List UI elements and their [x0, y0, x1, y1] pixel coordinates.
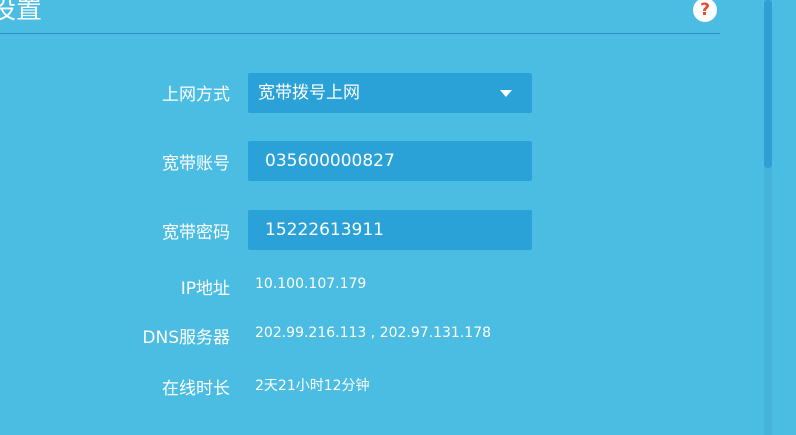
dns-label: DNS服务器: [142, 328, 230, 348]
ip-value: 10.100.107.179: [255, 276, 367, 292]
dns-value: 202.99.216.113 , 202.97.131.178: [255, 325, 492, 341]
page-title: 设置: [0, 0, 43, 25]
password-input[interactable]: [248, 210, 532, 250]
connection-type-select[interactable]: 宽带拨号上网: [248, 73, 532, 113]
account-field[interactable]: [248, 141, 532, 181]
uptime-label: 在线时长: [162, 379, 230, 399]
password-field[interactable]: [248, 210, 532, 250]
connection-type-label: 上网方式: [162, 85, 230, 105]
help-icon[interactable]: ?: [693, 0, 717, 22]
chevron-down-icon: [500, 90, 512, 97]
header-divider: [0, 33, 720, 34]
scrollbar-thumb[interactable]: [764, 0, 772, 168]
account-label: 宽带账号: [162, 154, 230, 174]
uptime-value: 2天21小时12分钟: [255, 378, 370, 394]
connection-type-value: 宽带拨号上网: [258, 83, 360, 103]
password-label: 宽带密码: [162, 223, 230, 243]
ip-label: IP地址: [180, 279, 230, 299]
account-input[interactable]: [248, 141, 532, 181]
